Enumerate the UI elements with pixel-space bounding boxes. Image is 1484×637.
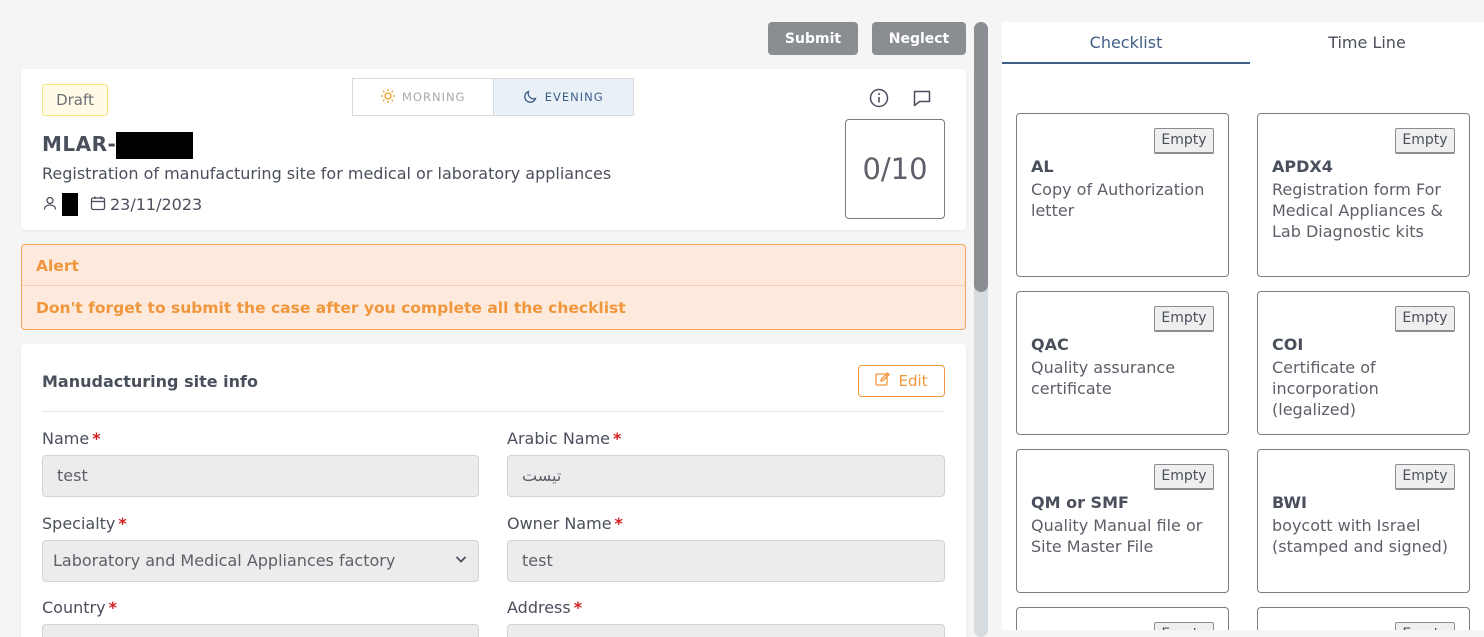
tab-checklist[interactable]: Checklist <box>1002 22 1250 64</box>
moon-icon <box>523 88 539 107</box>
user-icon <box>42 195 58 215</box>
alert-divider <box>22 285 965 286</box>
section-title: Manudacturing site info <box>42 372 258 391</box>
status-badge: Draft <box>42 84 108 116</box>
shift-evening-label: EVENING <box>544 90 604 104</box>
checklist-item[interactable]: Empty QM or SMF Quality Manual file or S… <box>1016 449 1229 593</box>
checklist-item[interactable]: Empty AL Copy of Authorization letter <box>1016 113 1229 277</box>
doc-code: QM or SMF <box>1031 493 1129 512</box>
doc-code: COI <box>1272 335 1304 354</box>
address-field[interactable] <box>507 624 945 637</box>
info-icon[interactable] <box>868 87 890 109</box>
owner-name-label: Owner Name * <box>507 514 623 533</box>
shift-morning-label: MORNING <box>402 90 466 104</box>
arabic-name-label: Arabic Name * <box>507 429 622 448</box>
alert-banner: Alert Don't forget to submit the case af… <box>21 244 966 330</box>
empty-badge: Empty <box>1154 464 1214 490</box>
address-label: Address * <box>507 598 583 617</box>
doc-name: Quality Manual file or Site Master File <box>1031 516 1203 556</box>
redacted-user <box>62 193 78 216</box>
sun-icon <box>380 88 396 107</box>
case-description: Registration of manufacturing site for m… <box>42 164 612 183</box>
checklist-item[interactable]: Empty APDX4 Registration form For Medica… <box>1257 113 1470 277</box>
specialty-value: Laboratory and Medical Appliances factor… <box>53 551 396 570</box>
calendar-icon <box>90 195 106 215</box>
checklist-item[interactable]: Empty <box>1257 607 1470 630</box>
doc-code: BWI <box>1272 493 1307 512</box>
tab-timeline[interactable]: Time Line <box>1250 22 1484 64</box>
scrollbar-thumb[interactable] <box>974 22 988 292</box>
checklist-item[interactable]: Empty QAC Quality assurance certificate <box>1016 291 1229 435</box>
case-id: MLAR- <box>42 132 194 159</box>
checklist-progress: 0/10 <box>845 119 945 219</box>
section-divider <box>42 411 945 412</box>
specialty-label: Specialty * <box>42 514 127 533</box>
shift-evening-option[interactable]: EVENING <box>492 79 633 115</box>
doc-code: AL <box>1031 157 1054 176</box>
neglect-button[interactable]: Neglect <box>872 22 966 55</box>
empty-badge: Empty <box>1395 128 1455 154</box>
case-id-prefix: MLAR- <box>42 132 117 156</box>
country-label: Country * <box>42 598 117 617</box>
comment-icon[interactable] <box>911 87 933 109</box>
arabic-name-field[interactable]: تيست <box>507 455 945 497</box>
chevron-down-icon <box>454 541 468 581</box>
edit-label: Edit <box>898 372 928 390</box>
empty-badge: Empty <box>1154 128 1214 154</box>
name-label: Name * <box>42 429 101 448</box>
name-field[interactable]: test <box>42 455 479 497</box>
site-info-card: Manudacturing site info Edit Name * test … <box>21 344 966 637</box>
submit-button[interactable]: Submit <box>768 22 858 55</box>
doc-name: Registration form For Medical Appliances… <box>1272 180 1444 241</box>
empty-badge: Empty <box>1154 306 1214 332</box>
doc-name: Copy of Authorization letter <box>1031 180 1205 220</box>
doc-code: APDX4 <box>1272 157 1333 176</box>
panel-tabs: Checklist Time Line <box>1002 22 1484 64</box>
doc-name: Certificate of incorporation (legalized) <box>1272 358 1379 419</box>
alert-message: Don't forget to submit the case after yo… <box>36 299 626 317</box>
redacted-case-number <box>116 132 194 159</box>
edit-icon <box>875 371 891 391</box>
specialty-select[interactable]: Laboratory and Medical Appliances factor… <box>42 540 479 582</box>
doc-code: QAC <box>1031 335 1069 354</box>
checklist-item[interactable]: Empty <box>1016 607 1229 630</box>
empty-badge: Empty <box>1395 464 1455 490</box>
case-header-card: Draft MORNING EVENING MLAR- Registration… <box>21 69 966 230</box>
empty-badge: Empty <box>1154 622 1214 630</box>
case-date: 23/11/2023 <box>110 195 203 214</box>
shift-toggle: MORNING EVENING <box>352 78 634 116</box>
country-field[interactable] <box>42 624 479 637</box>
empty-badge: Empty <box>1395 622 1455 630</box>
empty-badge: Empty <box>1395 306 1455 332</box>
doc-name: boycott with Israel (stamped and signed) <box>1272 516 1448 556</box>
doc-name: Quality assurance certificate <box>1031 358 1176 398</box>
alert-title: Alert <box>36 257 79 275</box>
checklist-item[interactable]: Empty BWI boycott with Israel (stamped a… <box>1257 449 1470 593</box>
shift-morning-option[interactable]: MORNING <box>353 79 493 115</box>
checklist-panel: Checklist Time Line Empty AL Copy of Aut… <box>1002 22 1484 630</box>
owner-name-field[interactable]: test <box>507 540 945 582</box>
checklist-item[interactable]: Empty COI Certificate of incorporation (… <box>1257 291 1470 435</box>
case-meta: 23/11/2023 <box>42 193 202 216</box>
edit-button[interactable]: Edit <box>858 365 945 397</box>
